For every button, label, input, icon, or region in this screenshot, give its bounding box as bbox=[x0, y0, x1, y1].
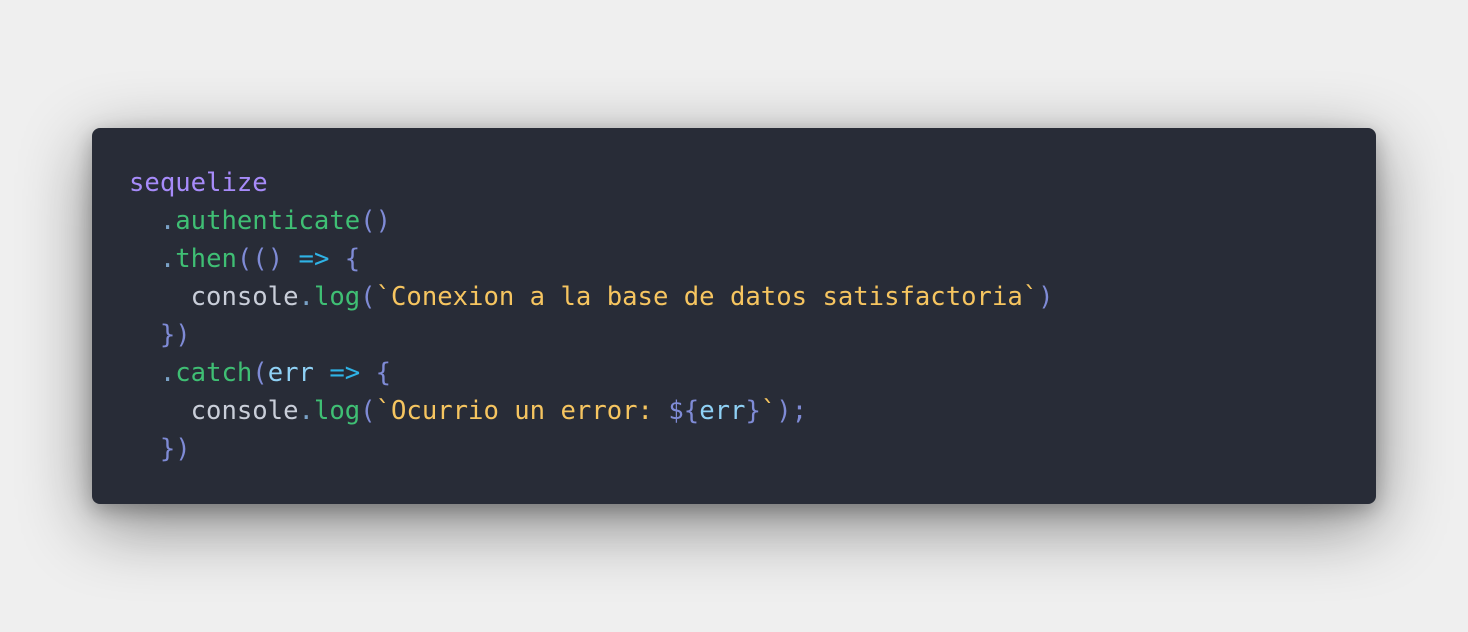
code-line: }) bbox=[129, 316, 1054, 354]
code-token: }) bbox=[159, 320, 191, 350]
code-token: () bbox=[360, 206, 391, 236]
code-token: ( bbox=[360, 282, 376, 312]
code-token: ` bbox=[760, 396, 777, 426]
code-snippet-window: sequelize .authenticate() .then(() => { … bbox=[92, 128, 1376, 504]
code-line: .then(() => { bbox=[129, 240, 1054, 278]
code-token: log bbox=[313, 396, 361, 426]
code-token: . bbox=[298, 282, 314, 312]
code-block: sequelize .authenticate() .then(() => { … bbox=[129, 164, 1054, 468]
code-token: authenticate bbox=[175, 206, 361, 236]
code-token: } bbox=[745, 396, 761, 426]
code-token: . bbox=[298, 396, 314, 426]
code-token: console bbox=[190, 282, 299, 312]
code-line: console.log(`Conexion a la base de datos… bbox=[129, 278, 1054, 316]
code-token: ); bbox=[776, 396, 808, 426]
code-token: }) bbox=[159, 434, 191, 464]
code-token: sequelize bbox=[129, 168, 268, 198]
code-line: .catch(err => { bbox=[129, 354, 1054, 392]
code-token: { bbox=[344, 244, 361, 274]
code-token: log bbox=[313, 282, 361, 312]
code-token: . bbox=[159, 206, 176, 236]
code-line: sequelize bbox=[129, 164, 1054, 202]
code-token: err bbox=[699, 396, 746, 426]
code-token: ( bbox=[360, 396, 376, 426]
code-token: console bbox=[190, 396, 299, 426]
code-token: then bbox=[175, 244, 237, 274]
code-token: ) bbox=[1038, 282, 1054, 312]
code-token: err bbox=[267, 358, 314, 388]
code-token: ( bbox=[252, 358, 268, 388]
code-line: .authenticate() bbox=[129, 202, 1054, 240]
code-token: (() bbox=[236, 244, 284, 274]
code-line: }) bbox=[129, 430, 1054, 468]
code-token: { bbox=[375, 358, 392, 388]
code-token: `Conexion a la base de datos satisfactor… bbox=[375, 282, 1039, 312]
code-token: ${ bbox=[668, 396, 700, 426]
code-token: => bbox=[298, 244, 330, 274]
code-token: => bbox=[329, 358, 361, 388]
code-line: console.log(`Ocurrio un error: ${err}`); bbox=[129, 392, 1054, 430]
code-token: . bbox=[159, 358, 176, 388]
code-token: `Ocurrio un error: bbox=[375, 396, 669, 426]
code-token: . bbox=[159, 244, 176, 274]
code-token: catch bbox=[175, 358, 253, 388]
